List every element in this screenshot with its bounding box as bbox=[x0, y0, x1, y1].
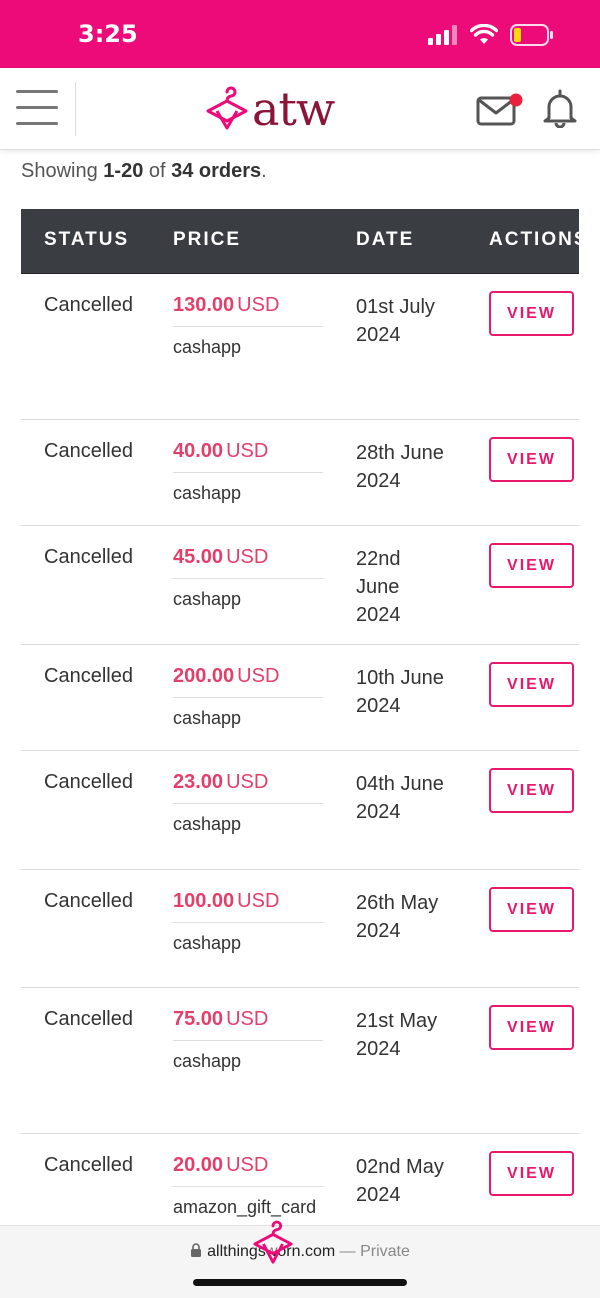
order-price: 20.00 USD amazon_gift_card bbox=[173, 1154, 323, 1218]
header-date: DATE bbox=[356, 229, 415, 250]
home-indicator[interactable] bbox=[193, 1279, 407, 1286]
payment-method: cashapp bbox=[173, 708, 242, 728]
view-order-button[interactable]: VIEW bbox=[489, 1005, 574, 1050]
table-row: Cancelled 23.00 USD cashapp 04th June 202… bbox=[21, 751, 579, 870]
order-price: 45.00 USD cashapp bbox=[173, 546, 323, 610]
order-date: 04th June 2024 bbox=[356, 773, 444, 823]
header-status: STATUS bbox=[44, 229, 130, 250]
table-header: STATUS PRICE DATE ACTIONS bbox=[21, 209, 579, 274]
header-divider bbox=[75, 82, 76, 136]
payment-method: amazon_gift_card bbox=[173, 1197, 317, 1217]
mail-icon[interactable] bbox=[476, 92, 524, 126]
status-icons bbox=[428, 22, 554, 48]
payment-method: cashapp bbox=[173, 933, 242, 953]
view-order-button[interactable]: VIEW bbox=[489, 662, 574, 707]
results-summary: Showing 1-20 of 34 orders. bbox=[21, 160, 267, 182]
order-status: Cancelled bbox=[44, 890, 133, 912]
order-price: 75.00 USD cashapp bbox=[173, 1008, 323, 1072]
bell-icon[interactable] bbox=[541, 88, 579, 128]
order-price: 130.00 USD cashapp bbox=[173, 294, 323, 358]
url-separator: — bbox=[335, 1243, 361, 1260]
payment-method: cashapp bbox=[173, 814, 242, 834]
site-logo[interactable]: atw bbox=[204, 82, 335, 136]
order-price: 200.00 USD cashapp bbox=[173, 665, 323, 729]
status-bar: 3:25 bbox=[0, 0, 600, 68]
table-row: Cancelled 40.00 USD cashapp 28th June 202… bbox=[21, 420, 579, 526]
hamburger-icon[interactable] bbox=[16, 90, 60, 126]
order-status: Cancelled bbox=[44, 1008, 133, 1030]
order-price: 100.00 USD cashapp bbox=[173, 890, 323, 954]
payment-method: cashapp bbox=[173, 1051, 242, 1071]
table-row: Cancelled 45.00 USD cashapp 22nd June 202… bbox=[21, 526, 579, 645]
order-date: 21st May 2024 bbox=[356, 1010, 438, 1060]
browser-address-bar[interactable]: allthingsworn.com — Private bbox=[0, 1220, 600, 1298]
table-row: Cancelled 75.00 USD cashapp 21st May 2024… bbox=[21, 988, 579, 1134]
table-row: Cancelled 200.00 USD cashapp 10th June 20… bbox=[21, 645, 579, 751]
table-row: Cancelled 100.00 USD cashapp 26th May 202… bbox=[21, 870, 579, 988]
header-actions: ACTIONS bbox=[489, 229, 579, 250]
view-order-button[interactable]: VIEW bbox=[489, 768, 574, 813]
order-status: Cancelled bbox=[44, 546, 133, 568]
order-status: Cancelled bbox=[44, 440, 133, 462]
payment-method: cashapp bbox=[173, 483, 242, 503]
header-price: PRICE bbox=[173, 229, 242, 250]
view-order-button[interactable]: VIEW bbox=[489, 437, 574, 482]
site-header: atw bbox=[0, 68, 600, 150]
order-status: Cancelled bbox=[44, 771, 133, 793]
order-date: 26th May 2024 bbox=[356, 892, 439, 942]
order-status: Cancelled bbox=[44, 1154, 133, 1176]
order-status: Cancelled bbox=[44, 665, 133, 687]
wifi-icon bbox=[470, 24, 498, 44]
url-display[interactable]: allthingsworn.com — Private bbox=[0, 1243, 600, 1261]
private-mode-label: Private bbox=[360, 1243, 410, 1260]
hanger-logo-icon bbox=[206, 86, 248, 130]
battery-icon bbox=[510, 24, 553, 46]
status-time: 3:25 bbox=[78, 20, 138, 48]
signal-icon bbox=[428, 25, 457, 45]
table-row: Cancelled 130.00 USD cashapp 01st July 20… bbox=[21, 274, 579, 420]
lock-icon bbox=[191, 1243, 202, 1257]
orders-table: STATUS PRICE DATE ACTIONS Cancelled 130.… bbox=[21, 209, 579, 1244]
order-date: 10th June 2024 bbox=[356, 667, 444, 717]
logo-text: atw bbox=[252, 82, 335, 136]
hanger-scroll-icon[interactable] bbox=[251, 1220, 295, 1268]
payment-method: cashapp bbox=[173, 337, 242, 357]
order-date: 22nd June 2024 bbox=[356, 548, 401, 626]
order-date: 28th June 2024 bbox=[356, 442, 444, 492]
order-date: 01st July 2024 bbox=[356, 296, 435, 346]
view-order-button[interactable]: VIEW bbox=[489, 887, 574, 932]
order-price: 23.00 USD cashapp bbox=[173, 771, 323, 835]
view-order-button[interactable]: VIEW bbox=[489, 1151, 574, 1196]
order-price: 40.00 USD cashapp bbox=[173, 440, 323, 504]
order-status: Cancelled bbox=[44, 294, 133, 316]
view-order-button[interactable]: VIEW bbox=[489, 543, 574, 588]
order-date: 02nd May 2024 bbox=[356, 1156, 444, 1206]
view-order-button[interactable]: VIEW bbox=[489, 291, 574, 336]
payment-method: cashapp bbox=[173, 589, 242, 609]
